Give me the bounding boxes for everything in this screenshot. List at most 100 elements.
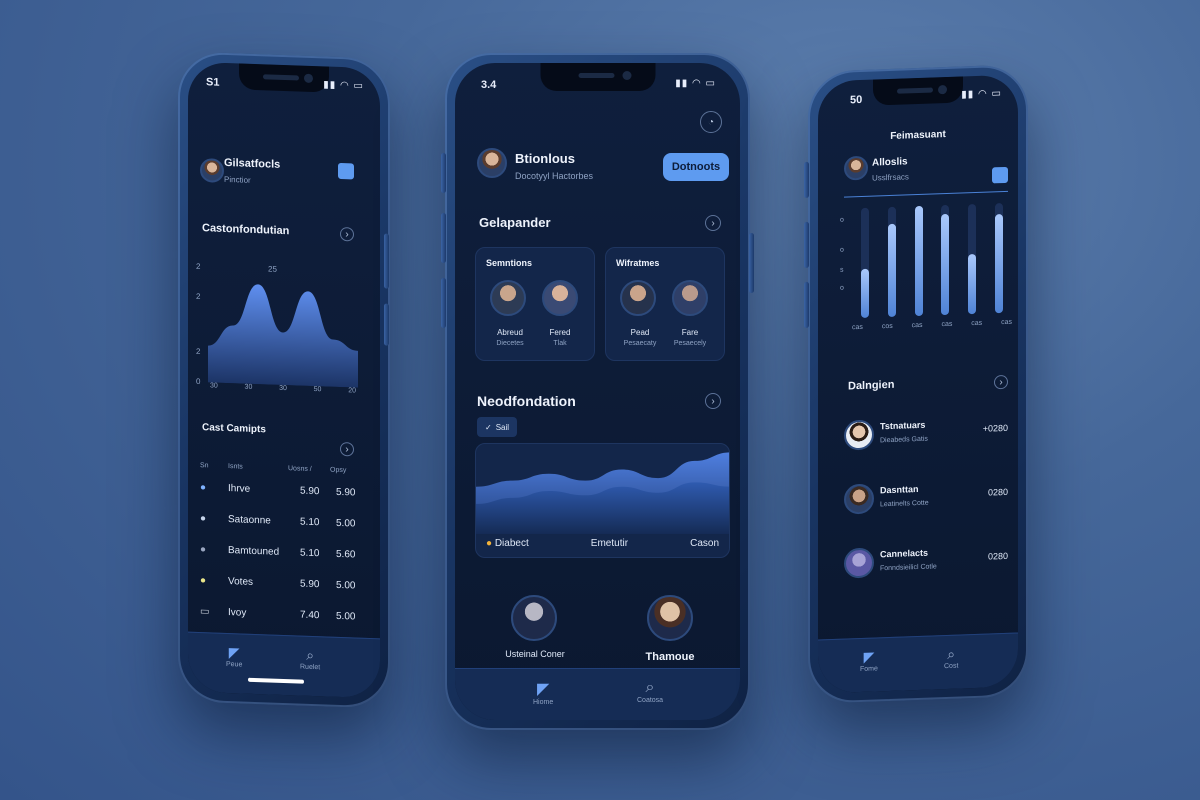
- chevron-icon[interactable]: ›: [340, 441, 354, 457]
- avatar[interactable]: [511, 595, 557, 641]
- list-item[interactable]: ▭ Ivoy 7.40 5.00: [200, 606, 360, 623]
- profile-name: Gilsatfocls: [224, 156, 281, 171]
- col-header: Isnts: [228, 463, 243, 471]
- col-header: Opsy: [330, 466, 347, 475]
- row-name: Sataonne: [228, 514, 271, 527]
- avatar: [844, 483, 874, 515]
- volume-down-button: [804, 221, 809, 268]
- nav-home[interactable]: ◤ Fome: [860, 648, 878, 674]
- circle-icon: ●: [200, 575, 207, 587]
- avatar[interactable]: [844, 155, 868, 181]
- chip-label: Sail: [495, 422, 510, 432]
- y-tick: 2: [196, 261, 201, 272]
- check-icon: ✓: [485, 422, 492, 432]
- list: ● Ihrve 5.90 5.90 ● Sataonne 5.10 5.00 ●…: [200, 482, 360, 648]
- mute-button: [441, 278, 446, 328]
- avatar[interactable]: [542, 280, 578, 316]
- circle-icon: ●: [200, 513, 207, 525]
- avatar[interactable]: [620, 280, 656, 316]
- x-tick: 50: [313, 386, 322, 394]
- bar[interactable]: [914, 205, 923, 317]
- notch: [239, 63, 329, 93]
- nav-home[interactable]: ◤ Hiome: [533, 679, 553, 706]
- bottom-nav: ◤ Fome ⌕ Cost: [818, 632, 1018, 694]
- list-item[interactable]: Cannelacts Fonndsieilicl Cotle 0280: [844, 539, 1014, 593]
- row-value: 5.60: [336, 548, 356, 561]
- y-tick: 2: [196, 346, 201, 357]
- avatar[interactable]: [477, 148, 507, 178]
- home-icon: ◤: [863, 648, 875, 665]
- people-card[interactable]: Semntions Abreud Diecetes Fered Tlak: [475, 247, 595, 361]
- col-header: Uosns /: [288, 465, 312, 473]
- legend-label[interactable]: Cason: [690, 538, 719, 549]
- person-name: Pead: [630, 328, 650, 337]
- avatar[interactable]: [672, 280, 708, 316]
- nav-search[interactable]: ⌕ Cost: [944, 646, 959, 671]
- row-value: 5.90: [300, 578, 320, 591]
- profile-subtitle: Usslfrsacs: [872, 172, 909, 183]
- row-name: Ivoy: [228, 607, 247, 619]
- row-value: 5.00: [336, 579, 356, 592]
- list-item[interactable]: Dasnttan Leatinelts Cotte 0280: [844, 475, 1014, 529]
- person-name: Fered: [549, 328, 571, 337]
- message-button[interactable]: [992, 166, 1008, 184]
- row-value: 5.10: [300, 516, 320, 529]
- message-button[interactable]: [338, 162, 354, 180]
- person-role: Tlak: [553, 340, 567, 347]
- list-title: Cast Camipts: [202, 422, 266, 436]
- settings-icon[interactable]: ◔: [700, 111, 722, 133]
- status-icons: ▮▮ ◠ ▭: [961, 88, 1002, 101]
- nav-search[interactable]: ⌕ Coatosa: [637, 679, 663, 704]
- bar[interactable]: [888, 223, 896, 318]
- person-role: Pesaecely: [673, 340, 707, 347]
- chevron-icon[interactable]: ›: [705, 393, 721, 409]
- bar[interactable]: [941, 213, 950, 316]
- legend-item[interactable]: ● Diabect: [486, 538, 529, 549]
- search-icon: ⌕: [306, 646, 315, 664]
- x-tick: cos: [881, 322, 893, 331]
- profile-subtitle: Docotyyl Hactorbes: [515, 171, 594, 181]
- chart-legend: ● Diabect Emetutir Cason: [486, 538, 719, 549]
- nav-search[interactable]: ⌕ Ruelet: [300, 646, 320, 671]
- list-item[interactable]: ● Votes 5.90 5.00: [200, 575, 360, 592]
- chevron-icon[interactable]: ›: [994, 374, 1008, 390]
- section-title: Dalngien: [848, 378, 895, 393]
- legend-label[interactable]: Emetutir: [591, 538, 628, 549]
- avatar[interactable]: [647, 595, 693, 641]
- nav-label: Peue: [226, 660, 243, 669]
- nav-home[interactable]: ◤ Peue: [226, 644, 243, 669]
- bar[interactable]: [994, 214, 1003, 314]
- avatar[interactable]: [490, 280, 526, 316]
- bar[interactable]: [861, 268, 870, 318]
- bottom-nav: ◤ Peue ⌕ Ruelet: [188, 631, 380, 699]
- status-icons: ▮▮ ◠ ▭: [675, 78, 716, 89]
- list-item[interactable]: Tstnatuars Dieabeds Gatis +0280: [844, 411, 1014, 465]
- filter-chip[interactable]: ✓ Sail: [477, 417, 518, 437]
- mute-button: [804, 281, 809, 328]
- bottom-nav: ◤ Hiome ⌕ Coatosa: [455, 668, 740, 720]
- row-value: 5.00: [336, 610, 356, 623]
- row-name: Bamtouned: [228, 545, 280, 558]
- contact-name: Cannelacts: [880, 547, 929, 560]
- person-role: Pesaecaty: [623, 340, 657, 347]
- list-item[interactable]: ● Sataonne 5.10 5.00: [200, 513, 360, 530]
- y-tick: o: [840, 284, 844, 292]
- bar[interactable]: [968, 253, 976, 315]
- list-item[interactable]: ● Ihrve 5.90 5.90: [200, 482, 360, 499]
- x-axis: cas cos cas cas cas cas: [852, 319, 1012, 332]
- x-tick: cas: [1001, 318, 1012, 327]
- row-value: 5.90: [300, 485, 320, 498]
- nav-label: Cost: [944, 662, 959, 671]
- avatar[interactable]: [200, 158, 224, 183]
- contact-value: 0280: [987, 550, 1008, 562]
- dot-icon: ●: [486, 538, 493, 549]
- nav-label: Coatosa: [637, 697, 664, 704]
- list-item[interactable]: ● Bamtouned 5.10 5.60: [200, 544, 360, 561]
- area-chart-svg: [208, 284, 358, 388]
- chevron-icon[interactable]: ›: [340, 226, 354, 242]
- chevron-icon[interactable]: ›: [705, 215, 721, 231]
- people-card[interactable]: Wifratmes Pead Pesaecaty Fare Pesaecely: [605, 247, 725, 361]
- action-button[interactable]: Dotnoots: [663, 153, 729, 181]
- right-phone: 50 ▮▮ ◠ ▭ Feimasuant Alloslis Usslfrsacs…: [804, 64, 1028, 704]
- center-screen: 3.4 ▮▮ ◠ ▭ ◔ Btionlous Docotyyl Hactorbe…: [455, 63, 740, 720]
